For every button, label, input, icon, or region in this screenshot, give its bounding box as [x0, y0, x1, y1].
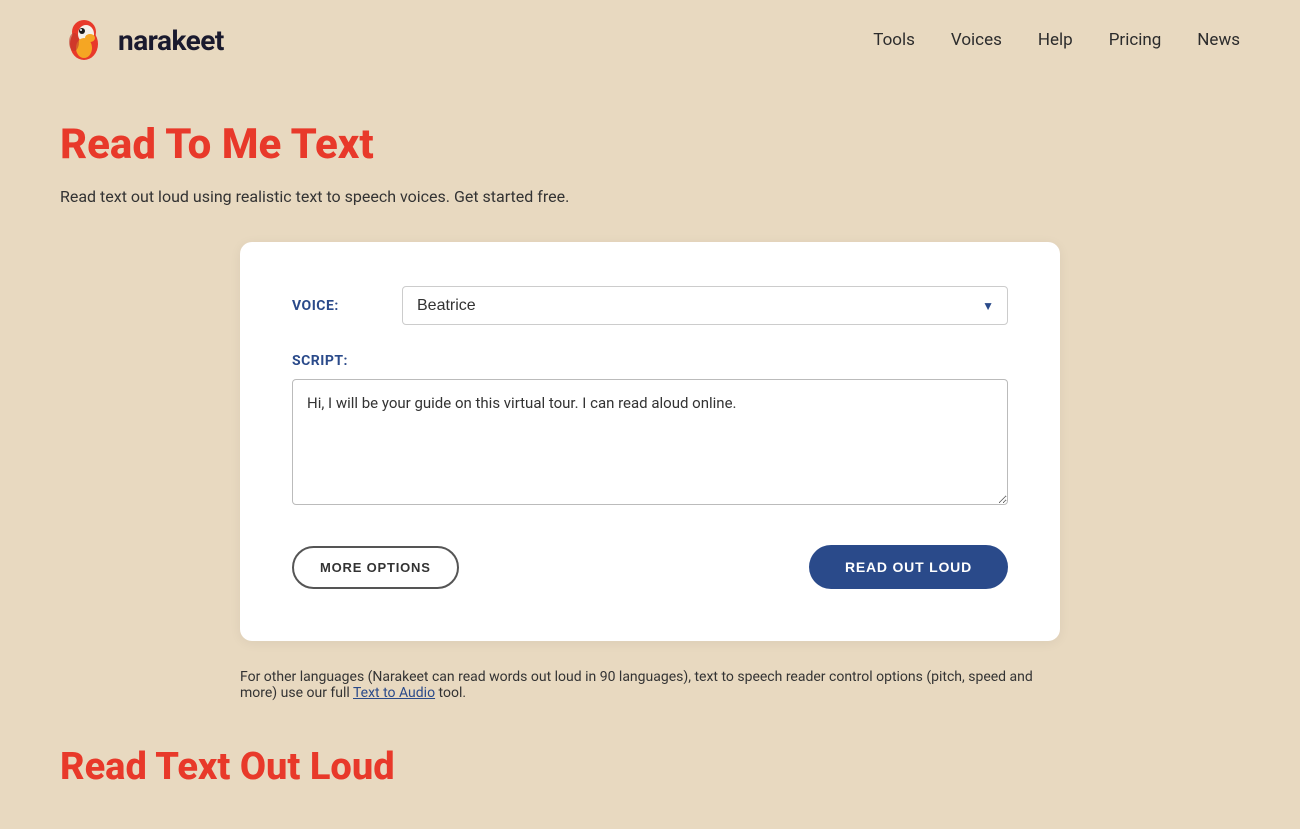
section2-title: Read Text Out Loud [60, 745, 1240, 789]
main-nav: Tools Voices Help Pricing News [873, 30, 1240, 50]
logo-text: narakeet [118, 24, 224, 57]
nav-tools[interactable]: Tools [873, 30, 915, 50]
nav-pricing[interactable]: Pricing [1109, 30, 1162, 50]
header: narakeet Tools Voices Help Pricing News [0, 0, 1300, 80]
nav-news[interactable]: News [1197, 30, 1240, 50]
tts-card: VOICE: Beatrice Alice Bob ▼ SCRIPT: Hi, … [240, 242, 1060, 641]
logo-link[interactable]: narakeet [60, 16, 224, 64]
script-section: SCRIPT: Hi, I will be your guide on this… [292, 353, 1008, 509]
nav-voices[interactable]: Voices [951, 30, 1002, 50]
main-content: Read To Me Text Read text out loud using… [0, 80, 1300, 829]
more-options-button[interactable]: MORE OPTIONS [292, 546, 459, 589]
logo-icon [60, 16, 108, 64]
footer-note-text-after: tool. [435, 685, 466, 701]
text-to-audio-link[interactable]: Text to Audio [353, 685, 435, 701]
buttons-row: MORE OPTIONS READ OUT LOUD [292, 545, 1008, 589]
script-textarea[interactable]: Hi, I will be your guide on this virtual… [292, 379, 1008, 505]
script-label: SCRIPT: [292, 353, 1008, 369]
nav-help[interactable]: Help [1038, 30, 1073, 50]
voice-label: VOICE: [292, 298, 402, 314]
voice-select[interactable]: Beatrice Alice Bob [402, 286, 1008, 325]
page-subtitle: Read text out loud using realistic text … [60, 187, 1240, 206]
voice-select-wrapper: Beatrice Alice Bob ▼ [402, 286, 1008, 325]
page-title: Read To Me Text [60, 120, 1240, 169]
read-out-loud-button[interactable]: READ OUT LOUD [809, 545, 1008, 589]
footer-note: For other languages (Narakeet can read w… [240, 669, 1060, 701]
voice-field-row: VOICE: Beatrice Alice Bob ▼ [292, 286, 1008, 325]
